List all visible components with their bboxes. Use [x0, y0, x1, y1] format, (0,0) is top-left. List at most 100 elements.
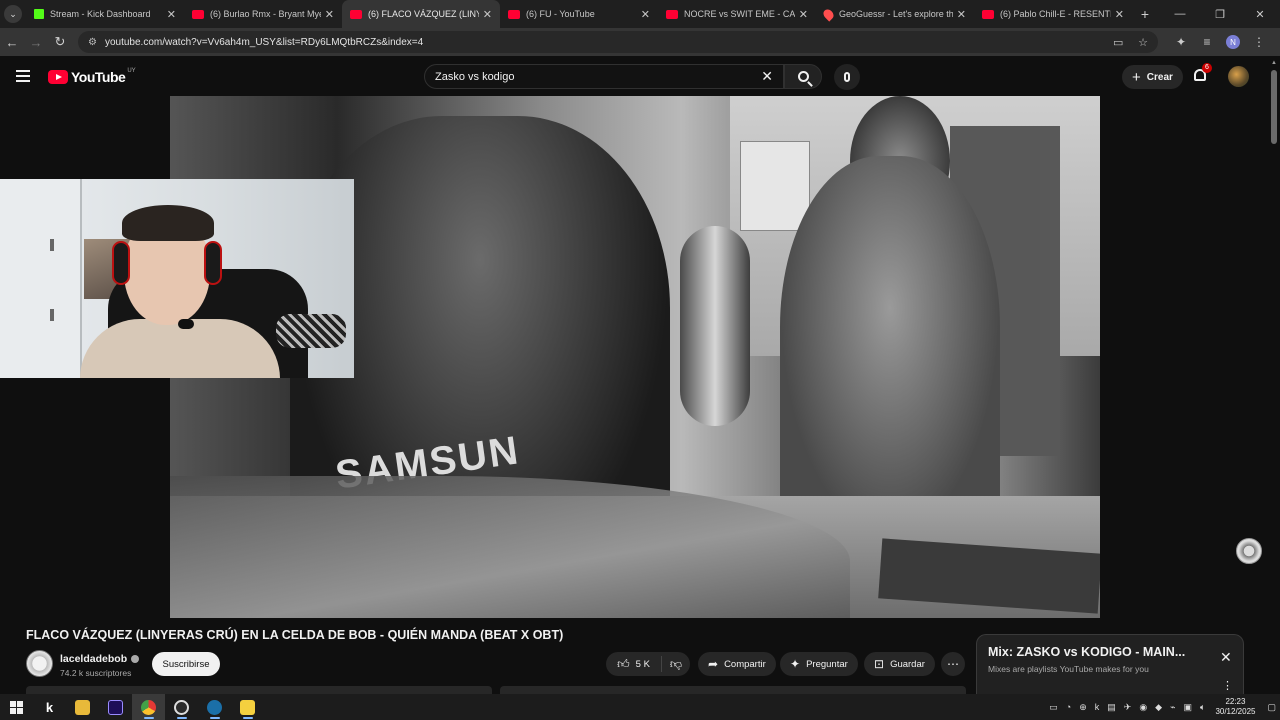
tray-icon[interactable]: ◔: [1066, 702, 1071, 712]
dislike-button[interactable]: 👎︎: [662, 657, 690, 672]
thumbs-up-icon: 👍︎: [617, 656, 630, 671]
more-vertical-icon[interactable]: ⋮: [1222, 679, 1233, 692]
more-actions-button[interactable]: ⋯: [941, 652, 965, 676]
hamburger-menu-icon[interactable]: [16, 70, 30, 82]
search-input[interactable]: Zasko vs kodigo ✕: [424, 64, 784, 89]
search-button[interactable]: [784, 64, 822, 89]
video-title: FLACO VÁZQUEZ (LINYERAS CRÚ) EN LA CELDA…: [26, 628, 564, 642]
taskbar-steam[interactable]: [198, 694, 231, 720]
search-query[interactable]: Zasko vs kodigo: [435, 71, 761, 83]
page-scrollbar[interactable]: [1271, 70, 1277, 144]
youtube-header: YouTube UY Zasko vs kodigo ✕ + Crear 6: [0, 56, 1280, 96]
cast-icon[interactable]: ▭: [1113, 37, 1123, 49]
media-control-icon[interactable]: ≡: [1194, 35, 1220, 49]
notification-center-icon[interactable]: ▢: [1267, 702, 1276, 713]
like-button[interactable]: 👍︎ 5 K: [606, 656, 662, 672]
close-icon[interactable]: ✕: [1220, 649, 1232, 666]
taskbar-file-explorer[interactable]: [66, 694, 99, 720]
clear-search-icon[interactable]: ✕: [761, 68, 773, 85]
restore-icon[interactable]: ❐: [1200, 8, 1240, 21]
start-button[interactable]: [0, 694, 33, 720]
browser-tab[interactable]: (6) FU - YouTube ✕: [500, 0, 658, 28]
close-window-icon[interactable]: ✕: [1240, 8, 1280, 21]
browser-tab-active[interactable]: (6) FLACO VÁZQUEZ (LINYE ✕: [342, 0, 500, 28]
bookmark-star-icon[interactable]: ☆: [1138, 37, 1148, 49]
youtube-play-icon: [48, 70, 68, 84]
volume-icon[interactable]: 🔈︎: [1200, 702, 1205, 713]
kick-icon: [34, 9, 44, 19]
taskbar-clock[interactable]: 22:23 30/12/2025: [1215, 697, 1255, 717]
close-tab-icon[interactable]: ✕: [1115, 8, 1124, 21]
browser-tab[interactable]: (6) Burlao Rmx - Bryant Myers x ✕: [184, 0, 342, 28]
back-icon[interactable]: ←: [0, 35, 24, 50]
create-button[interactable]: + Crear: [1122, 65, 1183, 89]
channel-name[interactable]: laceldadebob: [60, 653, 127, 665]
tray-icon[interactable]: ⊕: [1079, 702, 1087, 713]
tray-icon[interactable]: ✈: [1124, 702, 1132, 713]
extensions-icon[interactable]: ✦: [1168, 35, 1194, 49]
youtube-icon: [508, 9, 520, 19]
tab-title: NOCRE vs SWIT EME - CARTELI: [684, 9, 795, 19]
taskbar-app[interactable]: [231, 694, 264, 720]
channel-name-row[interactable]: laceldadebob: [60, 653, 140, 665]
mix-title[interactable]: Mix: ZASKO vs KODIGO - MAIN...: [988, 645, 1185, 659]
tray-icon[interactable]: ▭: [1049, 702, 1058, 713]
geoguessr-icon: [821, 6, 836, 22]
close-tab-icon[interactable]: ✕: [641, 8, 650, 21]
like-count: 5 K: [635, 658, 650, 670]
save-button[interactable]: ⊡ Guardar: [864, 652, 935, 676]
description-box[interactable]: [26, 686, 492, 694]
share-icon: ➦: [708, 657, 719, 671]
share-button[interactable]: ➦ Compartir: [698, 652, 776, 676]
close-tab-icon[interactable]: ✕: [957, 8, 966, 21]
taskbar-chrome[interactable]: [132, 694, 165, 720]
subscribe-button[interactable]: Suscribirse: [152, 652, 220, 676]
tray-icon[interactable]: ⌁: [1170, 702, 1175, 713]
taskbar-premiere[interactable]: [99, 694, 132, 720]
tab-title: (6) FU - YouTube: [526, 9, 595, 19]
comments-box[interactable]: [500, 686, 966, 694]
minimize-icon[interactable]: —: [1160, 8, 1200, 20]
forward-icon[interactable]: →: [24, 35, 48, 50]
share-label: Compartir: [724, 658, 766, 670]
browser-tab[interactable]: (6) Pablo Chill-E - RESENTIA - Y ✕: [974, 0, 1132, 28]
taskbar-obs[interactable]: [165, 694, 198, 720]
windows-logo-icon: [10, 700, 23, 714]
reload-icon[interactable]: ↻: [48, 34, 72, 50]
omnibox[interactable]: ⚙ youtube.com/watch?v=Vv6ah4m_USY&list=R…: [78, 31, 1158, 53]
ask-button[interactable]: ✦ Preguntar: [780, 652, 858, 676]
browser-tab[interactable]: Stream - Kick Dashboard ✕: [26, 0, 184, 28]
browser-tab[interactable]: GeoGuessr - Let's explore the w ✕: [816, 0, 974, 28]
site-info-icon[interactable]: ⚙: [88, 37, 97, 48]
close-tab-icon[interactable]: ✕: [167, 8, 176, 21]
close-tab-icon[interactable]: ✕: [799, 8, 808, 21]
floating-emblem-icon[interactable]: [1236, 538, 1262, 564]
channel-avatar[interactable]: [26, 650, 53, 677]
tray-icon[interactable]: ▤: [1107, 702, 1116, 713]
streamer-webcam-overlay: [0, 179, 354, 378]
tab-title: GeoGuessr - Let's explore the w: [839, 9, 953, 19]
browser-tab[interactable]: NOCRE vs SWIT EME - CARTELI ✕: [658, 0, 816, 28]
tray-icon[interactable]: ◉: [1139, 702, 1147, 713]
voice-search-button[interactable]: [834, 64, 860, 90]
notifications-button[interactable]: 6: [1194, 63, 1212, 84]
close-tab-icon[interactable]: ✕: [483, 8, 492, 21]
bookmark-icon: ⊡: [874, 657, 885, 671]
tab-search-button[interactable]: ⌄: [0, 0, 26, 28]
close-tab-icon[interactable]: ✕: [325, 8, 334, 21]
profile-avatar[interactable]: N: [1226, 35, 1240, 49]
new-tab-button[interactable]: +: [1132, 0, 1158, 28]
tray-icon[interactable]: ◆: [1155, 702, 1162, 713]
headset-icon: [112, 241, 130, 285]
scroll-up-arrow-icon[interactable]: ▲: [1271, 60, 1277, 66]
taskbar-kick-app[interactable]: k: [33, 694, 66, 720]
account-avatar[interactable]: [1228, 66, 1249, 87]
more-menu-icon[interactable]: ⋮: [1246, 35, 1272, 49]
webcam-cabinet: [0, 179, 82, 378]
kick-icon[interactable]: k: [1095, 702, 1100, 712]
url-text[interactable]: youtube.com/watch?v=Vv6ah4m_USY&list=RDy…: [105, 37, 1101, 48]
youtube-wordmark: YouTube: [71, 69, 126, 85]
network-icon[interactable]: ▣: [1184, 702, 1193, 713]
youtube-logo[interactable]: YouTube UY: [48, 68, 136, 85]
more-horizontal-icon: ⋯: [947, 657, 959, 671]
